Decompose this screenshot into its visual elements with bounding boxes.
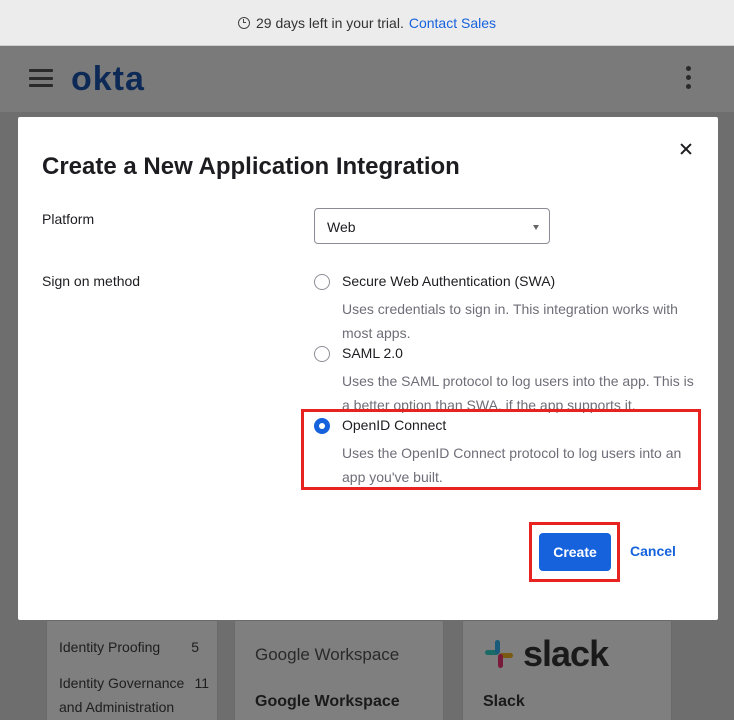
category-label: Identity Proofing [59,639,161,655]
category-count: 5 [191,639,199,655]
create-button[interactable]: Create [539,533,611,571]
slack-icon [485,640,513,668]
dialog-title: Create a New Application Integration [42,153,460,180]
radio-label: Secure Web Authentication (SWA) [342,273,556,289]
slack-logo: slack [481,633,609,675]
radio-description: Uses credentials to sign in. This integr… [342,301,678,341]
category-list: Identity Proofing 5 Identity Governance … [46,620,218,720]
radio-label: SAML 2.0 [342,345,403,361]
okta-logo: okta [71,60,145,98]
category-item[interactable]: Identity Governance and Administration 1… [59,671,209,719]
highlight-box [301,409,701,490]
clock-icon [237,16,250,29]
sign-on-method-label: Sign on method [42,273,141,289]
top-nav: okta [0,46,734,112]
platform-select-value: Web [327,219,356,235]
trial-banner: 29 days left in your trial. Contact Sale… [0,0,734,46]
more-options-icon[interactable] [686,66,694,93]
cancel-button[interactable]: Cancel [630,543,676,559]
category-count: 11 [194,675,209,691]
app-card-slack[interactable]: slack Slack [462,620,672,720]
create-app-integration-dialog: Create a New Application Integration Pla… [18,117,718,620]
menu-icon[interactable] [29,69,53,87]
slack-wordmark: slack [523,633,609,674]
app-card-title: Google Workspace [255,693,400,710]
radio-button-swa[interactable] [314,274,330,290]
radio-button-saml[interactable] [314,346,330,362]
contact-sales-link[interactable]: Contact Sales [409,15,496,31]
google-workspace-logo: Google Workspace [255,645,400,664]
trial-text: 29 days left in your trial. [255,14,404,31]
category-item[interactable]: Identity Proofing 5 [59,635,209,659]
close-icon[interactable] [674,137,698,161]
app-card-google-workspace[interactable]: Google Workspace Google Workspace [234,620,444,720]
category-label: Identity Governance and Administration [59,675,185,715]
platform-select[interactable]: Web [314,208,550,244]
caret-down-icon [533,225,539,230]
platform-label: Platform [42,211,95,227]
app-card-title: Slack [483,693,525,710]
